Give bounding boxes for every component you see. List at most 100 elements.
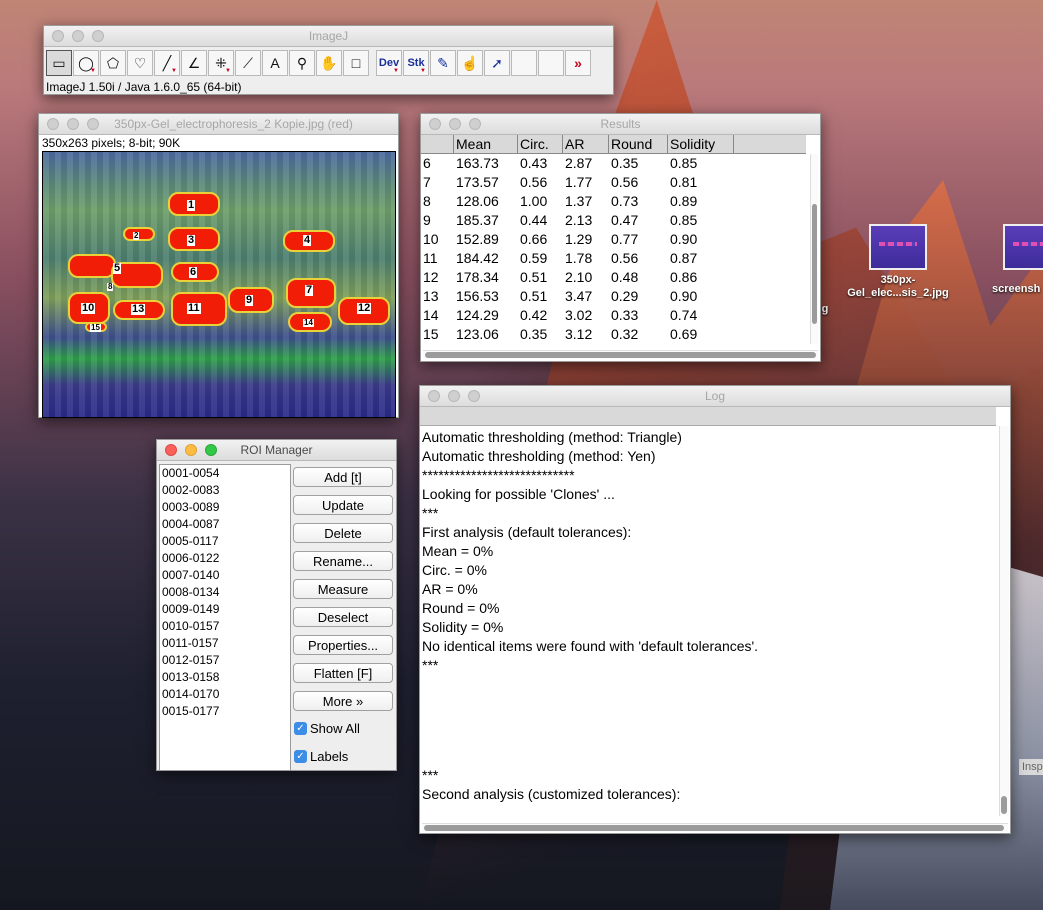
minimize-button[interactable]	[448, 390, 460, 402]
list-item[interactable]: 0013-0158	[160, 669, 290, 686]
flood-fill-tool-button[interactable]: ☝	[457, 50, 483, 76]
list-item[interactable]: 0006-0122	[160, 550, 290, 567]
table-row[interactable]: 11 184.42 0.59 1.78 0.56 0.87	[421, 249, 820, 268]
column-header[interactable]: Solidity	[668, 135, 734, 153]
table-row[interactable]: 15 123.06 0.35 3.12 0.32 0.69	[421, 325, 820, 344]
inspector-tab-partial[interactable]: Insp	[1019, 759, 1043, 775]
image-titlebar[interactable]: 350px-Gel_electrophoresis_2 Kopie.jpg (r…	[39, 114, 398, 135]
flatten-button[interactable]: Flatten [F]	[293, 663, 393, 683]
scrollbar-thumb[interactable]	[1001, 796, 1007, 814]
list-item[interactable]: 0003-0089	[160, 499, 290, 516]
table-row[interactable]: 10 152.89 0.66 1.29 0.77 0.90	[421, 230, 820, 249]
scrollbar-thumb[interactable]	[425, 352, 816, 358]
add-button[interactable]: Add [t]	[293, 467, 393, 487]
stk-menu-button[interactable]: Stk ▼	[403, 50, 429, 76]
list-item[interactable]: 0005-0117	[160, 533, 290, 550]
table-cell: 0.66	[520, 231, 548, 247]
properties-button[interactable]: Properties...	[293, 635, 393, 655]
minimize-button[interactable]	[67, 118, 79, 130]
rectangle-tool-button[interactable]: ▭	[46, 50, 72, 76]
gel-image-canvas[interactable]: 1 2 3 4 5 6 7 8 9 10 11 12 13 14 15	[42, 151, 396, 418]
close-button[interactable]	[52, 30, 64, 42]
log-vertical-scrollbar[interactable]	[999, 426, 1009, 816]
more-tools-button[interactable]: »	[565, 50, 591, 76]
close-button[interactable]	[165, 444, 177, 456]
list-item[interactable]: 0015-0177	[160, 703, 290, 720]
results-vertical-scrollbar[interactable]	[810, 154, 818, 344]
list-item[interactable]: 0001-0054	[160, 465, 290, 482]
table-row[interactable]: 9 185.37 0.44 2.13 0.47 0.85	[421, 211, 820, 230]
table-row[interactable]: 8 128.06 1.00 1.37 0.73 0.89	[421, 192, 820, 211]
text-tool-button[interactable]: A	[262, 50, 288, 76]
dev-menu-button[interactable]: Dev ▼	[376, 50, 402, 76]
list-item[interactable]: 0011-0157	[160, 635, 290, 652]
close-button[interactable]	[428, 390, 440, 402]
list-item[interactable]: 0007-0140	[160, 567, 290, 584]
close-button[interactable]	[429, 118, 441, 130]
brush-tool-button[interactable]: ✎	[430, 50, 456, 76]
rename-button[interactable]: Rename...	[293, 551, 393, 571]
line-tool-button[interactable]: ╱ ▼	[154, 50, 180, 76]
hand-tool-button[interactable]: ✋	[316, 50, 342, 76]
column-header[interactable]: Mean	[454, 135, 518, 153]
table-cell: 0.85	[670, 212, 698, 228]
minimize-button[interactable]	[72, 30, 84, 42]
column-header[interactable]: AR	[563, 135, 609, 153]
table-row[interactable]: 13 156.53 0.51 3.47 0.29 0.90	[421, 287, 820, 306]
labels-checkbox[interactable]: ✓ Labels	[294, 749, 348, 764]
polygon-tool-button[interactable]: ⬠	[100, 50, 126, 76]
zoom-button[interactable]	[87, 118, 99, 130]
log-line: ****************************	[422, 467, 575, 483]
more-button[interactable]: More »	[293, 691, 393, 711]
list-item[interactable]: 0009-0149	[160, 601, 290, 618]
log-text-area[interactable]: Automatic thresholding (method: Triangle…	[420, 426, 1010, 675]
point-tool-button[interactable]: ⁜ ▼	[208, 50, 234, 76]
table-row[interactable]: 7 173.57 0.56 1.77 0.56 0.81	[421, 173, 820, 192]
table-row[interactable]: 6 163.73 0.43 2.87 0.35 0.85	[421, 154, 820, 173]
list-item[interactable]: 0014-0170	[160, 686, 290, 703]
deselect-button[interactable]: Deselect	[293, 607, 393, 627]
scrollbar-thumb[interactable]	[812, 204, 817, 324]
magnifier-tool-button[interactable]: ⚲	[289, 50, 315, 76]
zoom-button[interactable]	[92, 30, 104, 42]
oval-tool-button[interactable]: ◯ ▼	[73, 50, 99, 76]
minimize-button[interactable]	[185, 444, 197, 456]
delete-button[interactable]: Delete	[293, 523, 393, 543]
log-titlebar[interactable]: Log	[420, 386, 1010, 407]
zoom-button[interactable]	[205, 444, 217, 456]
angle-tool-button[interactable]: ∠	[181, 50, 207, 76]
roi-list[interactable]: 0001-0054 0002-0083 0003-0089 0004-0087 0005…	[159, 464, 291, 771]
show-all-checkbox[interactable]: ✓ Show All	[294, 721, 360, 736]
arrow-tool-button[interactable]: ➚	[484, 50, 510, 76]
log-text-tail[interactable]: *** Second analysis (customized tolerance…	[422, 766, 680, 804]
roi-manager-titlebar[interactable]: ROI Manager	[157, 440, 396, 461]
close-button[interactable]	[47, 118, 59, 130]
table-row[interactable]: 14 124.29 0.42 3.02 0.33 0.74	[421, 306, 820, 325]
minimize-button[interactable]	[449, 118, 461, 130]
imagej-titlebar[interactable]: ImageJ	[44, 26, 613, 47]
list-item[interactable]: 0010-0157	[160, 618, 290, 635]
imagej-window: ImageJ ▭ ◯ ▼ ⬠ ♡ ╱ ▼ ∠ ⁜ ▼ ⟋ A ⚲ ✋ □ Dev ▼ S…	[43, 25, 614, 95]
list-item[interactable]: 0002-0083	[160, 482, 290, 499]
wand-tool-button[interactable]: ⟋	[235, 50, 261, 76]
column-header[interactable]	[421, 135, 454, 153]
color-picker-button[interactable]: □	[343, 50, 369, 76]
results-titlebar[interactable]: Results	[421, 114, 820, 135]
zoom-button[interactable]	[469, 118, 481, 130]
list-item[interactable]: 0004-0087	[160, 516, 290, 533]
table-row[interactable]: 12 178.34 0.51 2.10 0.48 0.86	[421, 268, 820, 287]
band-roi[interactable]	[68, 254, 116, 278]
desktop-file-gel-image[interactable]: 350px- Gel_elec...sis_2.jpg	[838, 224, 958, 300]
list-item[interactable]: 0012-0157	[160, 652, 290, 669]
desktop-file-screenshot[interactable]: screensh	[992, 224, 1043, 295]
column-header[interactable]: Circ.	[518, 135, 563, 153]
scrollbar-thumb[interactable]	[424, 825, 1004, 831]
results-horizontal-scrollbar[interactable]	[423, 350, 818, 359]
log-horizontal-scrollbar[interactable]	[422, 823, 1008, 832]
freehand-tool-button[interactable]: ♡	[127, 50, 153, 76]
zoom-button[interactable]	[468, 390, 480, 402]
update-button[interactable]: Update	[293, 495, 393, 515]
measure-button[interactable]: Measure	[293, 579, 393, 599]
list-item[interactable]: 0008-0134	[160, 584, 290, 601]
column-header[interactable]: Round	[609, 135, 668, 153]
